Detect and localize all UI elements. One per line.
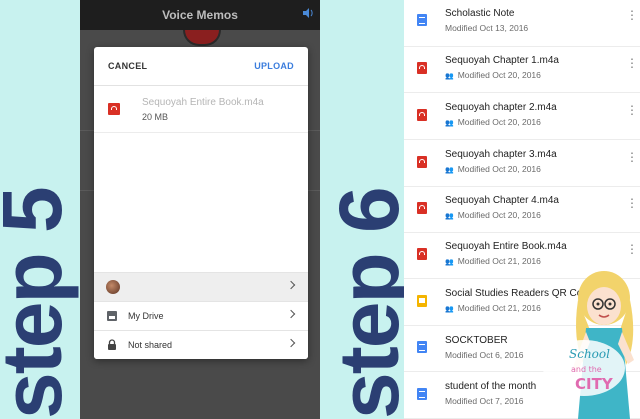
account-row[interactable] xyxy=(94,272,308,301)
file-title: Scholastic Note xyxy=(445,8,515,19)
more-icon[interactable]: ⋮ xyxy=(626,197,638,209)
app-title: Voice Memos xyxy=(162,8,238,22)
file-row[interactable]: Sequoyah chapter 2.m4a 👥 Modified Oct 20,… xyxy=(404,93,640,140)
more-icon[interactable]: ⋮ xyxy=(626,9,638,21)
file-size: 20 MB xyxy=(142,111,169,122)
dialog-header: CANCEL UPLOAD xyxy=(94,47,308,86)
file-modified: Modified Oct 20, 2016 xyxy=(457,164,541,174)
file-row[interactable]: Scholastic Note Modified Oct 13, 2016 ⋮ xyxy=(404,0,640,47)
file-title: Sequoyah Entire Book.m4a xyxy=(445,241,567,252)
step-5-label: step 5 xyxy=(0,188,79,419)
shared-icon: 👥 xyxy=(445,73,454,80)
more-icon[interactable]: ⋮ xyxy=(626,151,638,163)
file-modified: Modified Oct 20, 2016 xyxy=(457,117,541,127)
shared-icon: 👥 xyxy=(445,259,454,266)
file-title: Sequoyah Chapter 1.m4a xyxy=(445,55,559,66)
record-button[interactable] xyxy=(183,30,221,46)
file-modified: Modified Oct 21, 2016 xyxy=(457,303,541,313)
file-meta: 👥 Modified Oct 21, 2016 xyxy=(445,303,541,313)
file-row[interactable]: Sequoyah chapter 3.m4a 👥 Modified Oct 20,… xyxy=(404,140,640,187)
svg-text:and the: and the xyxy=(571,365,602,374)
file-meta: 👥 Modified Oct 20, 2016 xyxy=(445,164,541,174)
doc-icon xyxy=(417,388,427,400)
folder-row[interactable]: My Drive xyxy=(94,301,308,330)
speaker-icon xyxy=(303,8,313,18)
audio-file-icon xyxy=(417,202,427,214)
chevron-right-icon xyxy=(286,338,296,348)
file-meta: 👥 Modified Oct 20, 2016 xyxy=(445,210,541,220)
svg-text:CITY: CITY xyxy=(575,375,614,393)
file-row[interactable]: Sequoyah Chapter 1.m4a 👥 Modified Oct 20,… xyxy=(404,46,640,93)
file-row[interactable]: Sequoyah Chapter 4.m4a 👥 Modified Oct 20,… xyxy=(404,186,640,233)
more-icon[interactable]: ⋮ xyxy=(626,243,638,255)
lock-icon xyxy=(108,339,116,350)
sharing-row[interactable]: Not shared xyxy=(94,330,308,359)
shared-icon: 👥 xyxy=(445,120,454,127)
slides-icon xyxy=(417,295,427,307)
upload-dialog: CANCEL UPLOAD Sequoyah Entire Book.m4a 2… xyxy=(94,47,308,359)
app-header: Voice Memos xyxy=(80,0,320,30)
step-6-label: step 6 xyxy=(322,188,416,419)
file-modified: Modified Oct 20, 2016 xyxy=(457,70,541,80)
audio-file-icon xyxy=(417,248,427,260)
doc-icon xyxy=(417,14,427,26)
audio-file-icon xyxy=(108,103,120,115)
voice-memos-screen: Voice Memos CANCEL UPLOAD Sequoyah Entir… xyxy=(80,0,320,419)
file-title: SOCKTOBER xyxy=(445,335,508,346)
school-and-the-city-logo: School and the CITY xyxy=(543,340,625,396)
file-modified: Modified Oct 7, 2016 xyxy=(445,396,524,406)
more-icon[interactable]: ⋮ xyxy=(626,57,638,69)
drive-icon xyxy=(107,311,117,321)
file-title: Sequoyah Chapter 4.m4a xyxy=(445,195,559,206)
file-title: Sequoyah chapter 2.m4a xyxy=(445,102,557,113)
file-title: student of the month xyxy=(445,381,537,392)
file-modified: Modified Oct 13, 2016 xyxy=(445,23,529,33)
more-icon[interactable]: ⋮ xyxy=(626,104,638,116)
sharing-label: Not shared xyxy=(128,340,173,350)
file-preview: Sequoyah Entire Book.m4a 20 MB xyxy=(94,86,308,133)
audio-file-icon xyxy=(417,156,427,168)
shared-icon: 👥 xyxy=(445,167,454,174)
upload-button[interactable]: UPLOAD xyxy=(254,61,294,71)
avatar xyxy=(106,280,120,294)
file-meta: 👥 Modified Oct 20, 2016 xyxy=(445,70,541,80)
svg-text:School: School xyxy=(569,347,610,361)
shared-icon: 👥 xyxy=(445,306,454,313)
file-title: Sequoyah chapter 3.m4a xyxy=(445,149,557,160)
file-name: Sequoyah Entire Book.m4a xyxy=(142,96,264,108)
shared-icon: 👥 xyxy=(445,213,454,220)
chevron-right-icon xyxy=(286,280,296,290)
file-modified: Modified Oct 21, 2016 xyxy=(457,256,541,266)
file-meta: 👥 Modified Oct 21, 2016 xyxy=(445,256,541,266)
audio-file-icon xyxy=(417,109,427,121)
audio-file-icon xyxy=(417,62,427,74)
file-meta: 👥 Modified Oct 20, 2016 xyxy=(445,117,541,127)
file-modified: Modified Oct 20, 2016 xyxy=(457,210,541,220)
cancel-button[interactable]: CANCEL xyxy=(108,61,147,71)
folder-label: My Drive xyxy=(128,311,164,321)
doc-icon xyxy=(417,341,427,353)
chevron-right-icon xyxy=(286,309,296,319)
file-modified: Modified Oct 6, 2016 xyxy=(445,350,524,360)
